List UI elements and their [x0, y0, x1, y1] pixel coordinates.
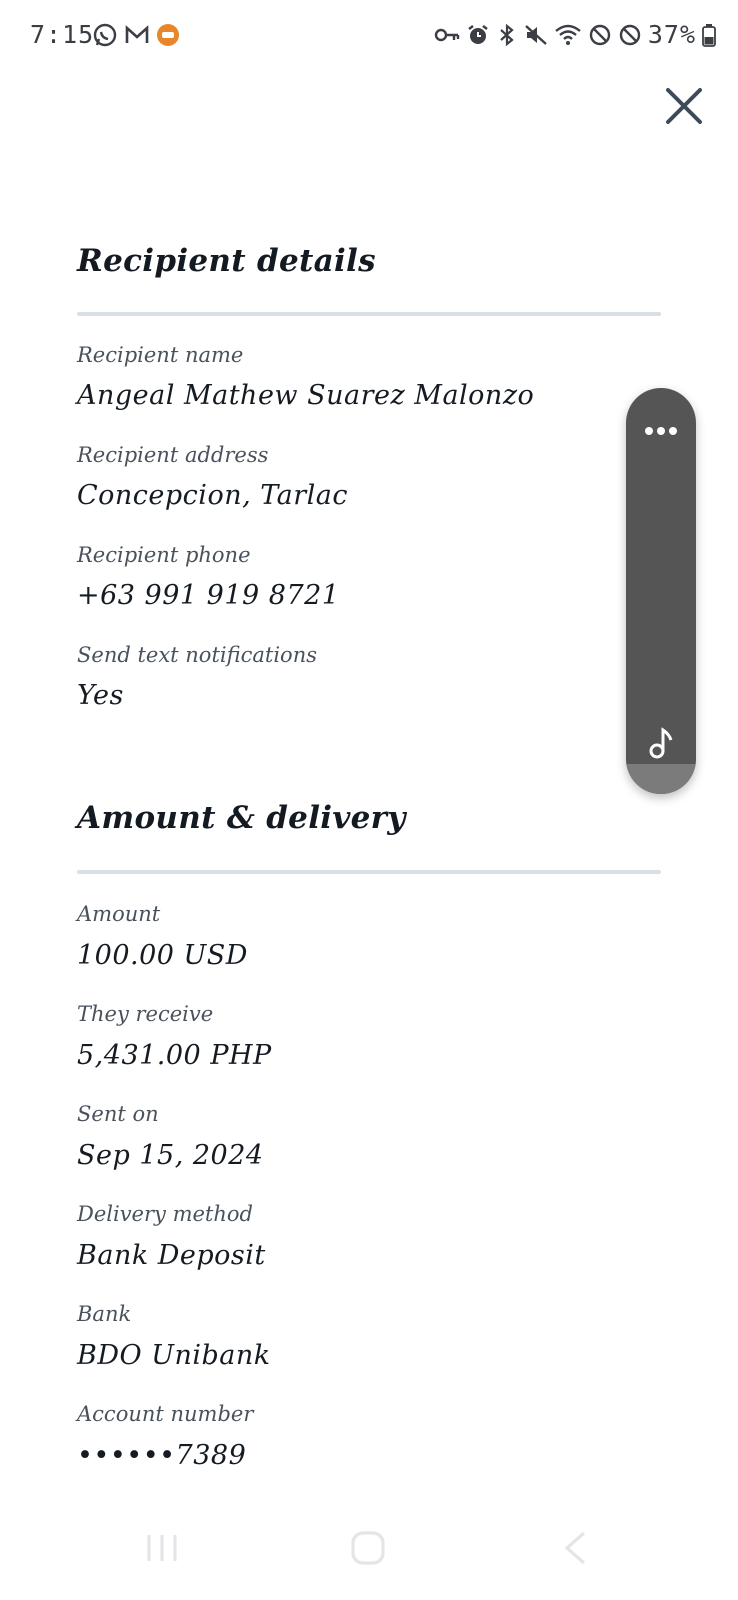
music-button[interactable]: [647, 726, 675, 760]
side-panel-bottom: [626, 764, 696, 794]
bluetooth-icon: [496, 23, 518, 47]
notification-badge-icon: [156, 23, 180, 47]
recipient-details-divider: [77, 312, 661, 316]
account-number-label: Account number: [77, 1402, 254, 1426]
recipient-address-value: Concepcion, Tarlac: [77, 480, 349, 511]
recipient-phone-label: Recipient phone: [77, 543, 251, 567]
blocked-icon: [588, 23, 612, 47]
blocked-icon: [618, 23, 642, 47]
more-options-button[interactable]: [643, 422, 679, 435]
mute-icon: [524, 23, 548, 47]
home-button[interactable]: [350, 1530, 386, 1570]
battery-icon: [702, 23, 716, 47]
delivery-method-label: Delivery method: [77, 1202, 253, 1226]
status-bar: 7:15 37%: [0, 0, 738, 70]
recipient-name-value: Angeal Mathew Suarez Malonzo: [77, 380, 535, 411]
recipient-details-title: Recipient details: [77, 243, 376, 279]
navigation-bar: [0, 1510, 738, 1600]
text-notifications-label: Send text notifications: [77, 643, 317, 667]
battery-percent: 37%: [647, 20, 696, 49]
sent-on-label: Sent on: [77, 1102, 159, 1126]
recipient-phone-value: +63 991 919 8721: [77, 580, 340, 611]
bank-label: Bank: [77, 1302, 132, 1326]
status-left-icons: [92, 22, 180, 48]
recipient-name-label: Recipient name: [77, 343, 244, 367]
alarm-icon: [466, 23, 490, 47]
recent-apps-button[interactable]: [145, 1532, 179, 1568]
close-button[interactable]: [664, 86, 704, 126]
amount-delivery-title: Amount & delivery: [77, 800, 406, 836]
amount-delivery-divider: [77, 870, 661, 874]
whatsapp-icon: [92, 22, 118, 48]
home-icon: [351, 1531, 385, 1565]
floating-side-panel[interactable]: [626, 388, 696, 794]
amount-label: Amount: [77, 902, 161, 926]
text-notifications-value: Yes: [77, 680, 124, 711]
back-button[interactable]: [562, 1530, 588, 1570]
status-right-icons: 37%: [434, 20, 716, 49]
sent-on-value: Sep 15, 2024: [77, 1140, 264, 1171]
wifi-icon: [554, 23, 582, 47]
delivery-method-value: Bank Deposit: [77, 1240, 266, 1271]
back-icon: [564, 1531, 586, 1565]
account-number-value: ••••••7389: [77, 1440, 247, 1471]
amount-value: 100.00 USD: [77, 940, 248, 971]
key-icon: [434, 26, 460, 44]
they-receive-value: 5,431.00 PHP: [77, 1040, 272, 1071]
music-note-icon: [649, 727, 673, 759]
gmail-icon: [124, 23, 150, 47]
status-time: 7:15: [30, 20, 95, 49]
bank-value: BDO Unibank: [77, 1340, 271, 1371]
recipient-address-label: Recipient address: [77, 443, 269, 467]
they-receive-label: They receive: [77, 1002, 214, 1026]
more-dots-icon: [645, 427, 677, 435]
close-icon: [666, 88, 702, 124]
recent-apps-icon: [147, 1535, 177, 1561]
